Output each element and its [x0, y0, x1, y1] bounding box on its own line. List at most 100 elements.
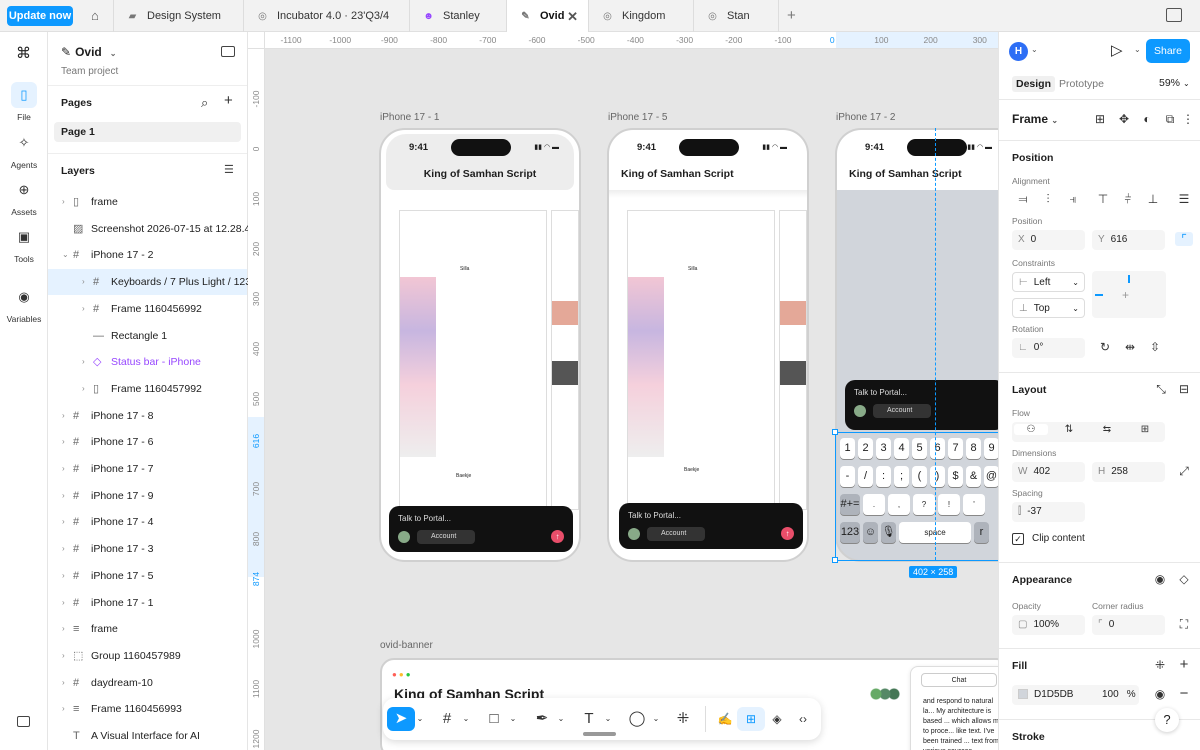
frame-tool-icon[interactable]: # — [433, 707, 461, 731]
chevron-down-icon[interactable]: ⌄ — [602, 707, 614, 731]
keyboard-key[interactable]: . — [863, 494, 885, 515]
resize-handle[interactable] — [832, 429, 838, 435]
design-mode-icon[interactable]: ⊞ — [737, 707, 765, 731]
chevron-right-icon[interactable]: › — [82, 296, 85, 322]
avatar[interactable]: H — [1009, 42, 1028, 61]
align-left-icon[interactable]: ⫤ — [1014, 192, 1032, 207]
keyboard-key[interactable]: @ — [984, 466, 998, 487]
styles-icon[interactable]: ⁜ — [1151, 658, 1169, 672]
constraint-vertical-select[interactable]: ⊥ Top ⌄ — [1012, 298, 1085, 318]
keyboard-key[interactable]: ) — [930, 466, 945, 487]
chevron-right-icon[interactable]: › — [62, 563, 65, 589]
send-icon[interactable]: ↑ — [551, 530, 564, 543]
keyboard-key[interactable]: #+= — [840, 494, 860, 515]
keyboard-key[interactable]: 8 — [966, 438, 981, 459]
corner-radius-input[interactable]: ⌜ 0 — [1092, 615, 1165, 635]
flow-grid-icon[interactable]: ⊞ — [1128, 424, 1162, 435]
flow-vertical-icon[interactable]: ⇅ — [1052, 424, 1086, 435]
panel-layout-icon[interactable] — [221, 46, 235, 57]
scroll-handle[interactable] — [583, 732, 616, 736]
y-input[interactable]: Y 616 — [1092, 230, 1165, 250]
chevron-right-icon[interactable]: › — [62, 403, 65, 429]
layer-row[interactable]: ⌄ # iPhone 17 - 2 — [48, 242, 247, 268]
chevron-right-icon[interactable]: › — [62, 670, 65, 696]
comment-tool-icon[interactable]: ◯ — [623, 707, 651, 731]
layer-row[interactable]: › # Keyboards / 7 Plus Light / 123 — [48, 269, 251, 296]
layer-row[interactable]: › ▯ frame — [48, 189, 247, 215]
chevron-right-icon[interactable]: › — [62, 456, 65, 482]
tab-design-system[interactable]: ▰ Design System — [114, 0, 244, 32]
chevron-right-icon[interactable]: › — [62, 616, 65, 642]
iphone-frame-1[interactable]: 9:41 ▮▮ ◠ ▬ King of Samhan Script Silla … — [379, 128, 581, 562]
file-name[interactable]: ✎ Ovid ⌄ — [61, 45, 116, 59]
mask-icon[interactable]: ◐ — [1138, 112, 1156, 126]
canvas[interactable]: -1100 -1000 -900 -800 -700 -600 -500 -400 -300 -2… — [248, 32, 998, 750]
resize-to-fit-icon[interactable]: ⤢ — [1175, 464, 1193, 479]
rail-tools[interactable]: ▣ Tools — [0, 224, 48, 264]
tab-stanley[interactable]: ☻ Stanley — [410, 0, 507, 32]
align-middle-icon[interactable]: ⫩ — [1119, 192, 1137, 207]
eye-icon[interactable]: ◉ — [1151, 572, 1169, 586]
present-icon[interactable]: ▷ — [1111, 41, 1123, 59]
rotate-icon[interactable]: ↻ — [1096, 340, 1114, 354]
blend-mode-icon[interactable]: ◇ — [1175, 572, 1193, 586]
keyboard-key[interactable]: r — [974, 522, 989, 543]
help-button[interactable]: ? — [1155, 708, 1179, 732]
keyboard-key[interactable]: 9 — [984, 438, 998, 459]
chevron-down-icon[interactable]: ⌄ — [507, 707, 519, 731]
constraints-toggle-icon[interactable]: ⌜ — [1175, 232, 1193, 246]
add-page-icon[interactable]: + — [224, 92, 233, 109]
pen-tool-icon[interactable]: ✒ — [528, 707, 556, 731]
constraint-widget[interactable]: + — [1092, 271, 1166, 318]
layer-row[interactable]: › # iPhone 17 - 7 — [48, 456, 247, 482]
home-tab[interactable]: ⌂ — [80, 0, 114, 32]
new-tab-icon[interactable]: + — [787, 7, 796, 24]
chevron-right-icon[interactable]: › — [82, 349, 85, 375]
chevron-right-icon[interactable]: › — [82, 269, 85, 295]
iphone-frame-2[interactable]: 9:41 ▮▮ ◠ ▬ King of Samhan Script Talk t… — [835, 128, 998, 562]
page-item-page-1[interactable]: Page 1 — [54, 122, 241, 142]
actions-icon[interactable]: ⁜ — [669, 707, 697, 731]
eye-icon[interactable]: ◉ — [1151, 687, 1169, 701]
keyboard-key[interactable]: & — [966, 466, 981, 487]
keyboard-key[interactable]: 2 — [858, 438, 873, 459]
sort-icon[interactable]: ☰ — [224, 163, 234, 176]
layer-row[interactable]: › # iPhone 17 - 4 — [48, 509, 247, 535]
keyboard-shortcuts-icon[interactable] — [17, 716, 30, 727]
text-tool-icon[interactable]: T — [575, 707, 603, 731]
frame-type-dropdown[interactable]: Frame ⌄ — [1012, 112, 1058, 126]
tab-incubator[interactable]: ◎ Incubator 4.0 · 23'Q3/4 — [244, 0, 410, 32]
chevron-down-icon[interactable]: ⌄ — [414, 707, 426, 731]
keyboard-key[interactable]: 7 — [948, 438, 963, 459]
collapse-icon[interactable]: ⤡ — [1152, 382, 1170, 397]
opacity-input[interactable]: ▢ 100% — [1012, 615, 1085, 635]
frame-label[interactable]: iPhone 17 - 2 — [836, 112, 896, 123]
layer-row[interactable]: › ≡ frame — [48, 616, 247, 642]
zoom-dropdown[interactable]: 59% ⌄ — [1159, 77, 1190, 89]
height-input[interactable]: H 258 — [1092, 462, 1165, 482]
keyboard-key[interactable]: 1 — [840, 438, 855, 459]
chat-input-bar[interactable]: Talk to Portal... Account ↑ — [389, 506, 573, 552]
chevron-right-icon[interactable]: › — [62, 189, 65, 215]
rectangle-tool-icon[interactable]: □ — [480, 707, 508, 731]
layout-settings-icon[interactable]: ⊟ — [1175, 382, 1193, 396]
layer-row[interactable]: › ≡ Frame 1160456993 — [48, 696, 247, 722]
align-top-icon[interactable]: ⊤ — [1094, 192, 1112, 206]
keyboard-key[interactable]: / — [858, 466, 873, 487]
keyboard-key[interactable]: ( — [912, 466, 927, 487]
search-icon[interactable]: ⌕ — [201, 95, 208, 111]
keyboard-key[interactable]: 5 — [912, 438, 927, 459]
layer-row[interactable]: › # iPhone 17 - 3 — [48, 536, 247, 562]
iphone-frame-5[interactable]: 9:41 ▮▮ ◠ ▬ King of Samhan Script Silla … — [607, 128, 809, 562]
layer-row[interactable]: T A Visual Interface for AI — [48, 723, 247, 749]
account-chip[interactable]: Account — [873, 404, 931, 418]
keyboard-key[interactable]: ! — [938, 494, 960, 515]
align-center-h-icon[interactable]: ⫶ — [1039, 192, 1057, 207]
layer-row[interactable]: › # Frame 1160456992 — [48, 296, 247, 322]
remove-fill-icon[interactable]: − — [1175, 685, 1193, 702]
color-swatch[interactable] — [1018, 689, 1028, 700]
draw-mode-icon[interactable]: ✍ — [711, 707, 739, 731]
add-fill-icon[interactable]: + — [1175, 656, 1193, 673]
keyboard-key[interactable]: , — [888, 494, 910, 515]
tab-prototype[interactable]: Prototype — [1059, 78, 1104, 90]
